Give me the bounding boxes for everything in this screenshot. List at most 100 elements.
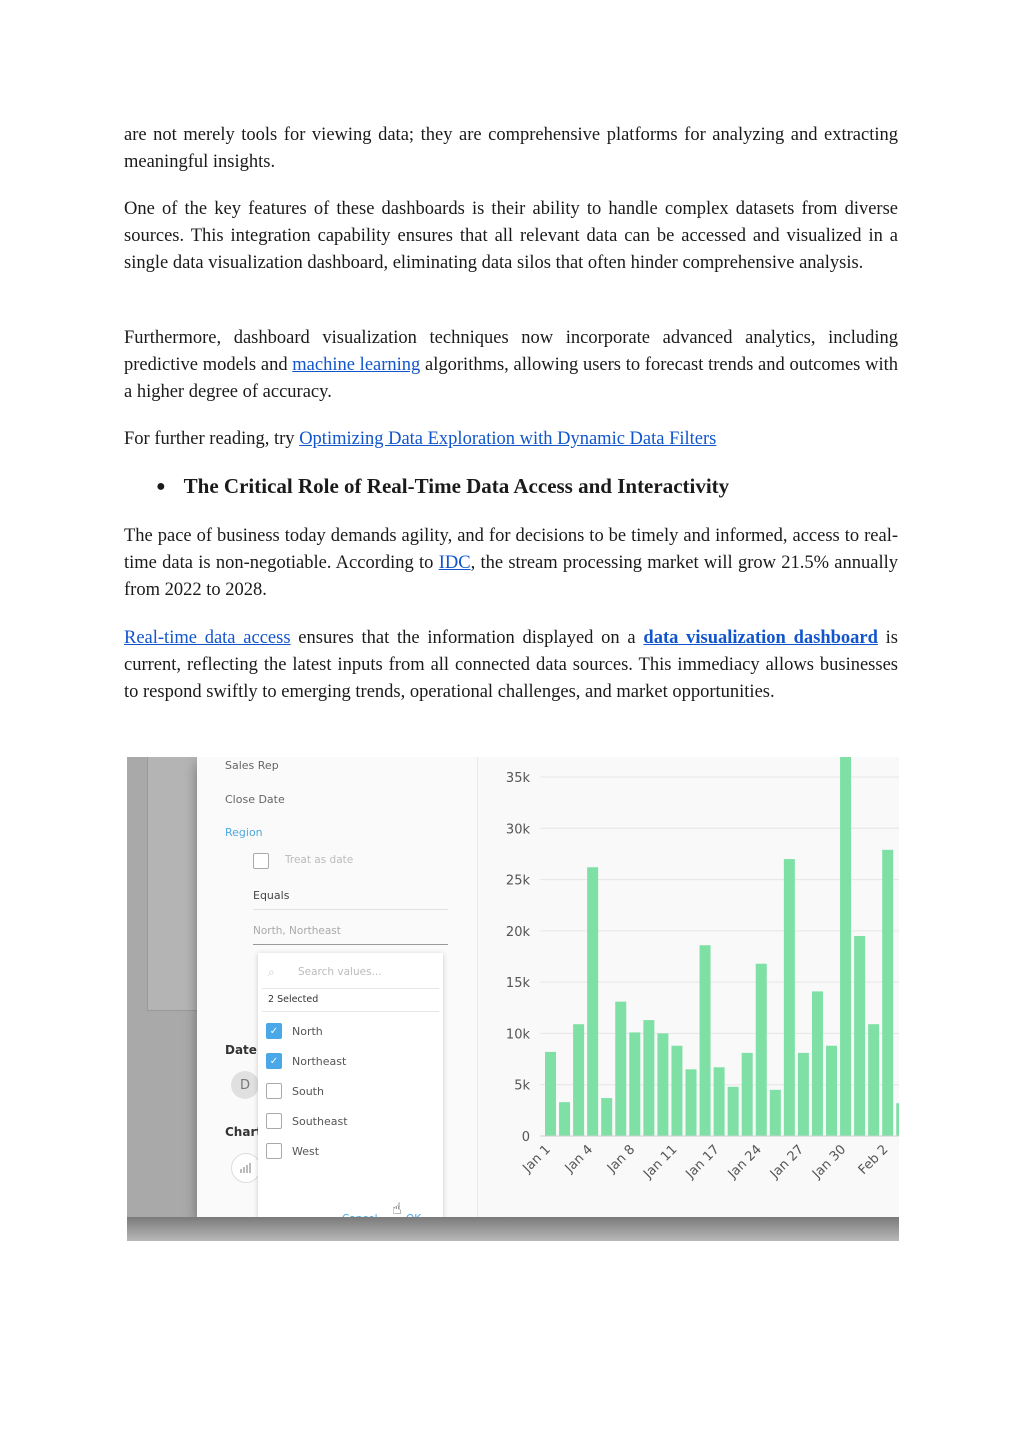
date-button[interactable]: D	[231, 1071, 259, 1099]
y-tick-label: 15k	[506, 976, 531, 991]
option-label: West	[292, 1144, 320, 1158]
bar	[713, 1067, 725, 1136]
x-tick-label: Jan 4	[562, 1142, 596, 1176]
checkbox-checked[interactable]: ✓	[266, 1053, 282, 1069]
values-dropdown: ⌕ Search values... 2 Selected ✓ North ✓ Nor…	[258, 953, 443, 1241]
option-label: Northeast	[292, 1054, 347, 1068]
y-tick-label: 10k	[506, 1027, 531, 1042]
bar	[755, 963, 767, 1136]
further-reading: For further reading, try Optimizing Data…	[124, 426, 716, 453]
chart-pane: 0 5k 10k 15k 20k 25k 30k 35k Jan 1 Jan 4 Jan 8 Jan …	[478, 757, 899, 1217]
chart-section-heading: Chart	[225, 1125, 263, 1139]
filter-panel: Sales Rep Close Date Region Treat as dat…	[197, 757, 899, 1241]
option-southeast[interactable]: Southeast	[266, 1113, 348, 1129]
paragraph-6: Real-time data access ensures that the i…	[124, 625, 898, 706]
heading-text: The Critical Role of Real-Time Data Acce…	[183, 474, 730, 498]
machine-learning-link[interactable]: machine learning	[292, 355, 420, 375]
option-label: North	[292, 1024, 323, 1038]
checkbox[interactable]	[266, 1083, 282, 1099]
dropdown-search[interactable]: ⌕ Search values...	[268, 961, 443, 983]
bar	[882, 849, 894, 1136]
paragraph-1: are not merely tools for viewing data; t…	[124, 125, 898, 172]
selected-count: 2 Selected	[268, 994, 319, 1005]
checkbox-checked[interactable]: ✓	[266, 1023, 282, 1039]
bar	[783, 859, 795, 1136]
data-visualization-dashboard-link[interactable]: data visualization dashboard	[643, 628, 878, 648]
bar	[741, 1052, 753, 1136]
x-tick-label: Jan 24	[725, 1142, 765, 1182]
option-label: South	[292, 1084, 324, 1098]
field-close-date[interactable]: Close Date	[225, 793, 285, 806]
y-tick-label: 20k	[506, 925, 531, 940]
further-reading-link[interactable]: Optimizing Data Exploration with Dynamic…	[299, 429, 716, 449]
treat-as-date-checkbox[interactable]	[253, 853, 269, 869]
search-placeholder: Search values...	[298, 966, 382, 978]
divider	[262, 988, 439, 989]
bar	[699, 945, 711, 1136]
bar	[601, 1098, 613, 1136]
field-region[interactable]: Region	[225, 826, 263, 839]
bar	[840, 757, 852, 1136]
x-tick-label: Jan 8	[604, 1142, 638, 1176]
field-list-pane: Sales Rep Close Date Region Treat as dat…	[197, 757, 477, 1241]
bar	[545, 1051, 556, 1136]
checkbox[interactable]	[266, 1143, 282, 1159]
operator-select[interactable]: Equals	[253, 889, 289, 902]
x-tick-label: Feb 2	[856, 1142, 892, 1178]
paragraph-3: Furthermore, dashboard visualization tec…	[124, 325, 898, 406]
bar	[629, 1032, 641, 1136]
bar	[657, 1033, 669, 1136]
checkbox[interactable]	[266, 1113, 282, 1129]
y-tick-label: 25k	[506, 874, 531, 889]
shadow	[127, 1217, 899, 1241]
bar	[727, 1086, 739, 1136]
section-heading: ● The Critical Role of Real-Time Data Ac…	[156, 474, 729, 499]
hand-cursor-icon: ☝	[392, 1199, 402, 1218]
paragraph-2: One of the key features of these dashboa…	[124, 199, 898, 273]
bar	[826, 1045, 837, 1136]
values-input[interactable]: North, Northeast	[253, 925, 341, 937]
y-tick-label: 5k	[514, 1079, 530, 1094]
option-northeast[interactable]: ✓ Northeast	[266, 1053, 346, 1069]
bar	[854, 935, 866, 1136]
bar	[573, 1024, 585, 1136]
idc-link[interactable]: IDC	[439, 553, 471, 573]
bar	[797, 1052, 809, 1136]
paragraph-5: The pace of business today demands agili…	[124, 523, 898, 604]
x-tick-label: Jan 30	[809, 1142, 849, 1182]
y-tick-label: 35k	[506, 771, 531, 786]
bar-chart-glyph	[240, 1163, 251, 1173]
dashboard-screenshot: 25k 20k 15k 10k 5k 0 Jan Sales Rep Close…	[127, 757, 899, 1241]
text: ensures that the information displayed o…	[290, 628, 644, 648]
bar	[811, 991, 823, 1136]
option-south[interactable]: South	[266, 1083, 324, 1099]
bar	[896, 1103, 899, 1136]
bar	[559, 1102, 571, 1136]
bar	[643, 1020, 655, 1136]
option-west[interactable]: West	[266, 1143, 319, 1159]
x-tick-label: Jan 1	[520, 1142, 554, 1176]
text: For further reading, try	[124, 429, 300, 449]
bar	[615, 1001, 627, 1136]
bar	[685, 1069, 697, 1136]
real-time-data-access-link[interactable]: Real-time data access	[124, 628, 291, 648]
x-tick-label: Jan 17	[683, 1142, 723, 1182]
y-tick-label: 30k	[506, 822, 531, 837]
divider	[262, 1011, 439, 1012]
bar	[671, 1045, 683, 1136]
divider	[253, 909, 448, 910]
input-underline	[253, 944, 448, 945]
bar	[769, 1089, 781, 1136]
x-tick-label: Jan 11	[640, 1142, 680, 1182]
search-icon: ⌕	[268, 964, 275, 979]
field-sales-rep[interactable]: Sales Rep	[225, 759, 279, 772]
bar	[587, 867, 599, 1136]
bar-chart: 05k10k15k20k25k30k35kJan 1 Jan 4 Jan 8 Jan …	[506, 757, 899, 1182]
x-tick-label: Jan 27	[767, 1142, 807, 1182]
option-north[interactable]: ✓ North	[266, 1023, 323, 1039]
treat-as-date-label: Treat as date	[285, 854, 354, 866]
bar	[868, 1024, 880, 1136]
y-tick-label: 0	[522, 1130, 530, 1145]
option-label: Southeast	[292, 1114, 348, 1128]
bar-chart-icon[interactable]	[231, 1153, 261, 1183]
